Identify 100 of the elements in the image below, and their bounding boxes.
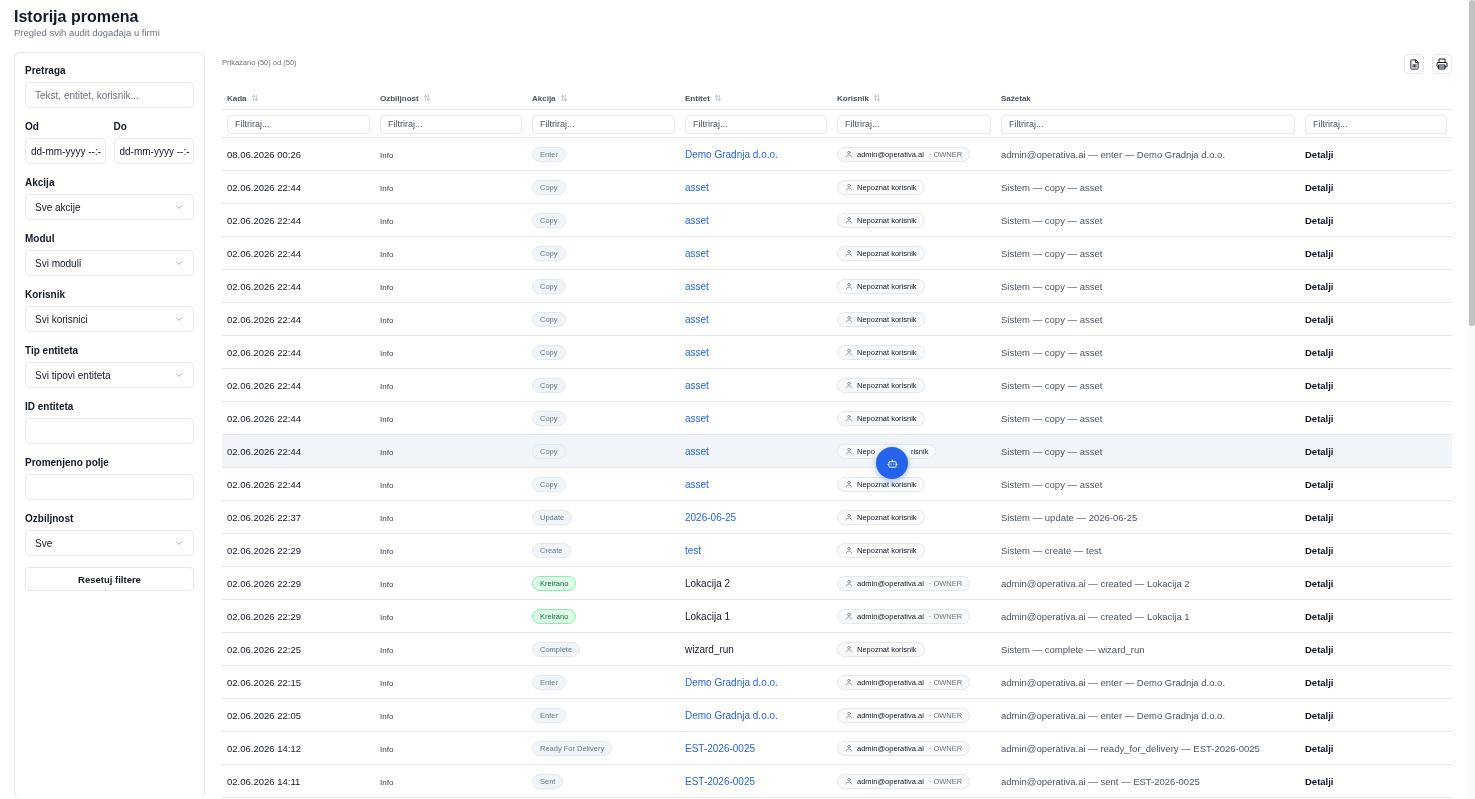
severity-text: Info (380, 414, 394, 424)
timestamp: 02.06.2026 22:05 (227, 709, 301, 721)
text-field[interactable] (25, 418, 194, 444)
person-icon (845, 777, 853, 785)
entity-link[interactable]: 2026-06-25 (685, 511, 737, 523)
details-link[interactable]: Detalji (1305, 280, 1334, 292)
timestamp: 02.06.2026 22:44 (227, 346, 301, 358)
document-icon (1408, 58, 1420, 70)
entity-link[interactable]: asset (685, 445, 709, 457)
date-field[interactable]: dd-mm-yyyy --:- (25, 138, 106, 164)
details-link[interactable]: Detalji (1305, 148, 1334, 160)
text-field[interactable] (25, 474, 194, 500)
column-filter-field[interactable]: Filtriraj... (685, 114, 827, 134)
text-field[interactable]: Tekst, entitet, korisnik... (25, 82, 194, 108)
details-link[interactable]: Detalji (1305, 313, 1334, 325)
entity-link[interactable]: asset (685, 346, 709, 358)
column-filter-field[interactable]: Filtriraj... (837, 114, 991, 134)
details-link[interactable]: Detalji (1305, 247, 1334, 259)
person-icon (845, 348, 853, 356)
select-field[interactable]: Svi korisnici (25, 306, 194, 332)
select-field[interactable]: Sve (25, 530, 194, 556)
field-label: Tip entiteta (25, 345, 79, 356)
details-link[interactable]: Detalji (1305, 412, 1334, 424)
details-link[interactable]: Detalji (1305, 742, 1334, 754)
severity-text: Info (380, 678, 394, 688)
details-link[interactable]: Detalji (1305, 577, 1334, 589)
timestamp: 02.06.2026 22:37 (227, 511, 301, 523)
column-filter-field[interactable]: Filtriraj... (1001, 114, 1295, 134)
entity-link[interactable]: asset (685, 181, 709, 193)
date-field[interactable]: dd-mm-yyyy --:- (113, 138, 194, 164)
severity-text: Info (380, 546, 394, 556)
select-field[interactable]: Svi tipovi entiteta (25, 362, 194, 388)
severity-text: Info (380, 183, 394, 193)
entity-link[interactable]: EST-2026-0025 (685, 742, 756, 754)
details-link[interactable]: Detalji (1305, 181, 1334, 193)
details-link[interactable]: Detalji (1305, 643, 1334, 655)
timestamp: 02.06.2026 22:44 (227, 478, 301, 490)
summary-text: Sistem — complete — wizard_run (1001, 643, 1145, 655)
select-field[interactable]: Svi moduli (25, 250, 194, 276)
export-button[interactable] (1404, 54, 1424, 74)
entity-link[interactable]: Demo Gradnja d.o.o. (685, 148, 778, 160)
column-header: Sažetak (1001, 93, 1031, 103)
scrollbar-thumb[interactable] (1469, 0, 1475, 326)
entity-link[interactable]: asset (685, 478, 709, 490)
summary-text: Sistem — copy — asset (1001, 313, 1103, 325)
details-link[interactable]: Detalji (1305, 676, 1334, 688)
print-button[interactable] (1432, 54, 1452, 74)
details-link[interactable]: Detalji (1305, 511, 1334, 523)
severity-text: Info (380, 612, 394, 622)
summary-text: admin@operativa.ai — created — Lokacija 1 (1001, 610, 1190, 622)
entity-link[interactable]: asset (685, 379, 709, 391)
reset-filters-button[interactable]: Resetuj filtere (25, 567, 194, 591)
column-filter-field[interactable]: Filtriraj... (380, 114, 522, 134)
person-icon (845, 711, 853, 719)
details-link[interactable]: Detalji (1305, 478, 1334, 490)
severity-text: Info (380, 579, 394, 589)
entity-link[interactable]: asset (685, 313, 709, 325)
entity-link[interactable]: asset (685, 214, 709, 226)
entity-link[interactable]: EST-2026-0025 (685, 775, 756, 787)
column-header[interactable]: Ozbiljnost (380, 93, 419, 103)
entity-link[interactable]: asset (685, 280, 709, 292)
entity-link[interactable]: Demo Gradnja d.o.o. (685, 709, 778, 721)
details-link[interactable]: Detalji (1305, 544, 1334, 556)
person-icon (845, 447, 853, 455)
summary-text: admin@operativa.ai — created — Lokacija 2 (1001, 577, 1190, 589)
details-link[interactable]: Detalji (1305, 709, 1334, 721)
details-link[interactable]: Detalji (1305, 379, 1334, 391)
select-field[interactable]: Sve akcije (25, 194, 194, 220)
column-header[interactable]: Kada (227, 93, 247, 103)
details-link[interactable]: Detalji (1305, 346, 1334, 358)
entity-link[interactable]: Demo Gradnja d.o.o. (685, 676, 778, 688)
column-header[interactable]: Entitet (685, 93, 710, 103)
person-icon (845, 414, 853, 422)
entity-link[interactable]: asset (685, 412, 709, 424)
severity-text: Info (380, 216, 394, 226)
sort-icon (250, 94, 259, 102)
person-icon (845, 315, 853, 323)
column-filter-field[interactable]: Filtriraj... (532, 114, 675, 134)
summary-text: Sistem — copy — asset (1001, 346, 1103, 358)
person-icon (845, 546, 853, 554)
person-icon (845, 513, 853, 521)
details-link[interactable]: Detalji (1305, 214, 1334, 226)
entity-link[interactable]: test (685, 544, 702, 556)
field-label: Ozbiljnost (25, 513, 74, 524)
person-icon (845, 645, 853, 653)
details-link[interactable]: Detalji (1305, 445, 1334, 457)
person-icon (845, 282, 853, 290)
entity-link[interactable]: asset (685, 247, 709, 259)
severity-text: Info (380, 150, 394, 160)
details-link[interactable]: Detalji (1305, 610, 1334, 622)
person-icon (845, 579, 853, 587)
field-label: Pretraga (25, 65, 66, 76)
severity-text: Info (380, 480, 394, 490)
column-header[interactable]: Akcija (532, 93, 556, 103)
details-link[interactable]: Detalji (1305, 775, 1334, 787)
column-filter-field[interactable]: Filtriraj... (1305, 114, 1447, 134)
column-filter-field[interactable]: Filtriraj... (227, 114, 370, 134)
person-icon (845, 183, 853, 191)
field-label: Akcija (25, 177, 55, 188)
column-header[interactable]: Korisnik (837, 93, 869, 103)
